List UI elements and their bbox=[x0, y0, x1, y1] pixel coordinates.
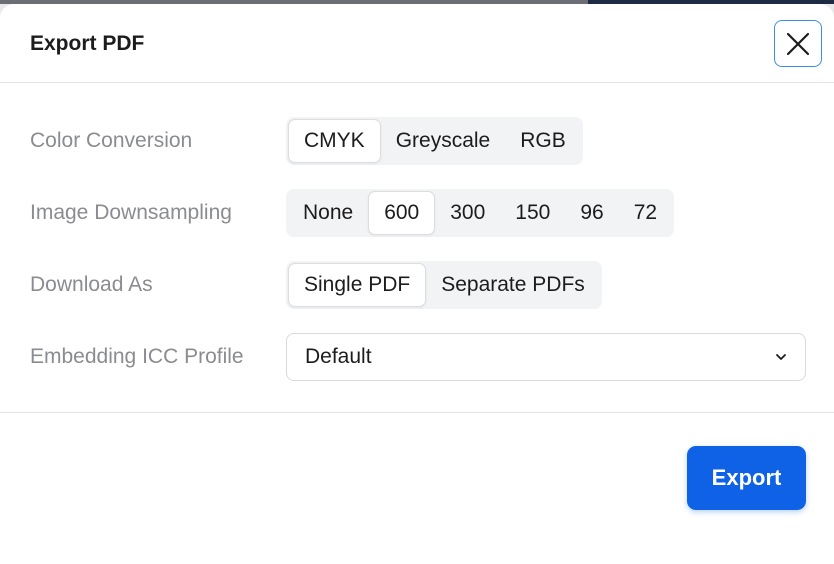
color-conversion-segmented-control: CMYK Greyscale RGB bbox=[286, 117, 583, 165]
export-button[interactable]: Export bbox=[687, 446, 806, 510]
image-downsampling-segmented-control: None 600 300 150 96 72 bbox=[286, 189, 675, 237]
download-as-row: Download As Single PDF Separate PDFs bbox=[0, 261, 834, 309]
image-downsampling-row: Image Downsampling None 600 300 150 96 7… bbox=[0, 189, 834, 237]
download-option-single-pdf[interactable]: Single PDF bbox=[288, 263, 427, 307]
downsampling-option-150[interactable]: 150 bbox=[500, 191, 565, 235]
icc-profile-select[interactable]: Default bbox=[286, 333, 806, 381]
close-icon bbox=[786, 32, 810, 55]
dialog-header: Export PDF bbox=[0, 4, 834, 83]
downsampling-option-96[interactable]: 96 bbox=[565, 191, 618, 235]
icc-profile-value: Default bbox=[305, 345, 372, 368]
color-option-cmyk[interactable]: CMYK bbox=[288, 119, 381, 163]
close-button[interactable] bbox=[774, 20, 822, 67]
icc-profile-row: Embedding ICC Profile Default bbox=[0, 333, 834, 381]
downsampling-option-600[interactable]: 600 bbox=[368, 191, 436, 235]
color-conversion-label: Color Conversion bbox=[30, 129, 193, 152]
color-option-rgb[interactable]: RGB bbox=[505, 119, 581, 163]
downsampling-option-none[interactable]: None bbox=[288, 191, 368, 235]
download-as-label: Download As bbox=[30, 273, 153, 296]
downsampling-option-72[interactable]: 72 bbox=[619, 191, 672, 235]
dialog-title: Export PDF bbox=[30, 32, 145, 55]
icc-profile-label: Embedding ICC Profile bbox=[30, 345, 244, 368]
image-downsampling-label: Image Downsampling bbox=[30, 201, 232, 224]
export-pdf-dialog: Export PDF Color Conversion CMYK Greysca… bbox=[0, 4, 834, 564]
downsampling-option-300[interactable]: 300 bbox=[435, 191, 500, 235]
color-conversion-row: Color Conversion CMYK Greyscale RGB bbox=[0, 117, 834, 165]
download-option-separate-pdfs[interactable]: Separate PDFs bbox=[426, 263, 600, 307]
footer-divider bbox=[0, 412, 834, 413]
color-option-greyscale[interactable]: Greyscale bbox=[381, 119, 506, 163]
download-as-segmented-control: Single PDF Separate PDFs bbox=[286, 261, 602, 309]
chevron-down-icon bbox=[776, 354, 786, 360]
